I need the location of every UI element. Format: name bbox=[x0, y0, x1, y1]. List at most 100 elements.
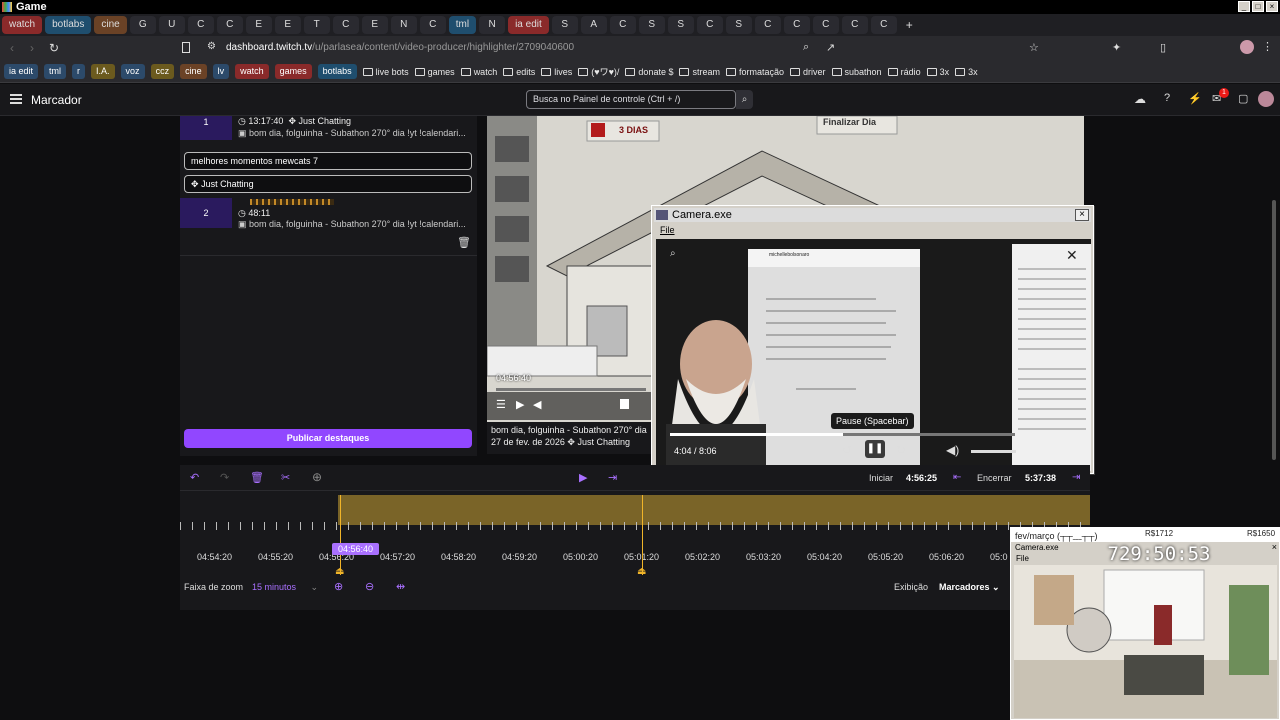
zoom-icon[interactable]: ⌕ bbox=[803, 41, 809, 54]
bookmark-folder[interactable]: watch bbox=[460, 67, 497, 77]
set-start-icon[interactable]: ⇤ bbox=[953, 472, 961, 483]
zoom-range-select[interactable]: 15 minutos ⌄ bbox=[252, 582, 318, 593]
highlight-category-input[interactable]: ✥ Just Chatting bbox=[184, 175, 472, 193]
pause-button[interactable]: ❚❚ bbox=[865, 440, 885, 458]
overlay-file-menu[interactable]: File bbox=[1016, 554, 1029, 563]
browser-tab[interactable]: E bbox=[274, 16, 301, 34]
browser-tab[interactable]: C bbox=[216, 16, 243, 34]
delete-icon[interactable]: 🗑 bbox=[250, 471, 264, 484]
bookmark-chip[interactable]: voz bbox=[120, 64, 145, 79]
zoom-out-icon[interactable]: ⊖ bbox=[365, 580, 374, 593]
browser-tab[interactable]: N bbox=[390, 16, 417, 34]
search-button[interactable]: ⌕ bbox=[736, 90, 753, 109]
camera-file-menu[interactable]: File bbox=[660, 225, 675, 235]
browser-tab[interactable]: T bbox=[303, 16, 330, 34]
start-time[interactable]: 4:56:25 bbox=[906, 473, 937, 483]
playhead-label[interactable]: 04:56:40 bbox=[332, 543, 380, 555]
add-icon[interactable]: ⊕ bbox=[312, 470, 322, 484]
browser-tab[interactable]: C bbox=[187, 16, 214, 34]
browser-tab[interactable]: S bbox=[667, 16, 694, 34]
set-end-icon[interactable]: ⇥ bbox=[1072, 472, 1080, 483]
url-field[interactable]: dashboard.twitch.tv/u/parlasea/content/v… bbox=[226, 42, 574, 53]
redo-icon[interactable]: ↷ bbox=[220, 471, 229, 484]
view-select[interactable]: Marcadores ⌄ bbox=[939, 582, 1000, 593]
browser-tab[interactable]: A bbox=[580, 16, 607, 34]
back-icon[interactable]: ‹ bbox=[10, 41, 14, 55]
bookmark-chip[interactable]: tml bbox=[44, 64, 67, 79]
dashboard-search-input[interactable]: Busca no Painel de controle (Ctrl + /) bbox=[526, 90, 736, 109]
browser-tab[interactable]: G bbox=[129, 16, 156, 34]
page-scrollbar[interactable] bbox=[1272, 200, 1276, 460]
hamburger-menu-icon[interactable] bbox=[10, 94, 22, 104]
help-icon[interactable]: ? bbox=[1164, 92, 1170, 104]
browser-tab[interactable]: S bbox=[638, 16, 665, 34]
segment-row-1[interactable]: 1 ◷ 13:17:40 ✥ Just Chatting ▣ bom dia, … bbox=[180, 116, 477, 146]
bookmark-folder[interactable]: 3x bbox=[926, 67, 949, 77]
end-time[interactable]: 5:37:38 bbox=[1025, 473, 1056, 483]
close-overlay-icon[interactable]: ✕ bbox=[1066, 247, 1078, 264]
share-icon[interactable]: ↗ bbox=[826, 41, 835, 54]
bookmark-folder[interactable]: (♥ワ♥)/ bbox=[578, 65, 619, 78]
overlay-close-icon[interactable]: × bbox=[1272, 542, 1277, 552]
play-icon[interactable]: ▶ bbox=[516, 398, 524, 411]
whispers-icon[interactable]: ▢ bbox=[1238, 92, 1248, 105]
bookmark-chip[interactable]: cine bbox=[180, 64, 207, 79]
camera-volume-slider[interactable] bbox=[971, 450, 1016, 453]
menu-dots-icon[interactable]: ⋮ bbox=[1262, 40, 1273, 53]
zoom-in-icon[interactable]: ⊕ bbox=[334, 580, 343, 593]
chapters-icon[interactable]: ☰ bbox=[496, 398, 506, 411]
zoom-overlay-icon[interactable]: ⌕ bbox=[670, 248, 676, 259]
browser-tab[interactable]: C bbox=[609, 16, 636, 34]
bookmark-chip[interactable]: r bbox=[72, 64, 86, 79]
bookmark-chip[interactable]: watch bbox=[235, 64, 269, 79]
delete-segment-icon[interactable]: 🗑 bbox=[457, 236, 471, 249]
bookmark-tab-icon[interactable] bbox=[182, 42, 190, 53]
volume-icon[interactable]: ◀ bbox=[533, 398, 541, 411]
bookmark-chip[interactable]: ia edit bbox=[4, 64, 39, 79]
bookmark-folder[interactable]: donate $ bbox=[625, 67, 673, 77]
camera-progress-track[interactable] bbox=[670, 433, 1015, 436]
profile-avatar[interactable] bbox=[1240, 40, 1254, 54]
browser-tab[interactable]: C bbox=[419, 16, 446, 34]
bookmark-folder[interactable]: live bots bbox=[362, 67, 409, 77]
preview-progress[interactable] bbox=[496, 388, 646, 391]
start-marker-icon[interactable]: ⏏ bbox=[335, 566, 344, 577]
browser-tab[interactable]: C bbox=[696, 16, 723, 34]
bookmark-chip[interactable]: lv bbox=[212, 64, 230, 79]
bookmark-chip[interactable]: games bbox=[274, 64, 312, 79]
bookmark-folder[interactable]: 3x bbox=[955, 67, 978, 77]
bookmark-folder[interactable]: rádio bbox=[887, 67, 921, 77]
browser-tab[interactable]: ia edit bbox=[508, 16, 549, 34]
skip-end-icon[interactable]: ⇥ bbox=[608, 471, 617, 484]
sidebar-icon[interactable]: ▯ bbox=[1160, 41, 1166, 54]
segment-row-2[interactable]: 2 ◷ 48:11 ▣ bom dia, folguinha - Subatho… bbox=[180, 198, 477, 232]
bookmark-folder[interactable]: edits bbox=[503, 67, 535, 77]
bookmark-folder[interactable]: driver bbox=[790, 67, 826, 77]
browser-tab[interactable]: cine bbox=[94, 16, 127, 34]
new-tab-icon[interactable]: + bbox=[906, 18, 913, 32]
prime-icon[interactable]: ⚡ bbox=[1188, 92, 1202, 105]
browser-tab[interactable]: C bbox=[783, 16, 810, 34]
browser-tab[interactable]: C bbox=[812, 16, 839, 34]
camera-close-button[interactable]: × bbox=[1075, 209, 1089, 221]
drops-icon[interactable]: ☁ bbox=[1134, 92, 1146, 106]
browser-tab[interactable]: E bbox=[361, 16, 388, 34]
user-avatar[interactable] bbox=[1258, 91, 1274, 107]
publish-highlights-button[interactable]: Publicar destaques bbox=[184, 429, 472, 448]
browser-tab[interactable]: C bbox=[332, 16, 359, 34]
timeline-clip[interactable] bbox=[338, 495, 1090, 525]
browser-tab[interactable]: S bbox=[551, 16, 578, 34]
fit-icon[interactable]: ⇹ bbox=[396, 580, 405, 593]
bookmark-folder[interactable]: stream bbox=[679, 67, 720, 77]
browser-tab[interactable]: C bbox=[841, 16, 868, 34]
site-settings-icon[interactable]: ⚙ bbox=[207, 41, 216, 52]
close-window-button[interactable]: × bbox=[1266, 1, 1278, 12]
rewind-icon[interactable]: ↺ bbox=[842, 443, 852, 457]
browser-tab[interactable]: botlabs bbox=[45, 16, 92, 34]
reload-icon[interactable]: ↻ bbox=[49, 41, 59, 55]
forward-icon[interactable]: ↻ bbox=[896, 443, 906, 457]
browser-tab[interactable]: C bbox=[870, 16, 897, 34]
bookmark-chip[interactable]: ccz bbox=[150, 64, 175, 79]
browser-tab[interactable]: E bbox=[245, 16, 272, 34]
bookmark-chip[interactable]: I.A. bbox=[91, 64, 115, 79]
